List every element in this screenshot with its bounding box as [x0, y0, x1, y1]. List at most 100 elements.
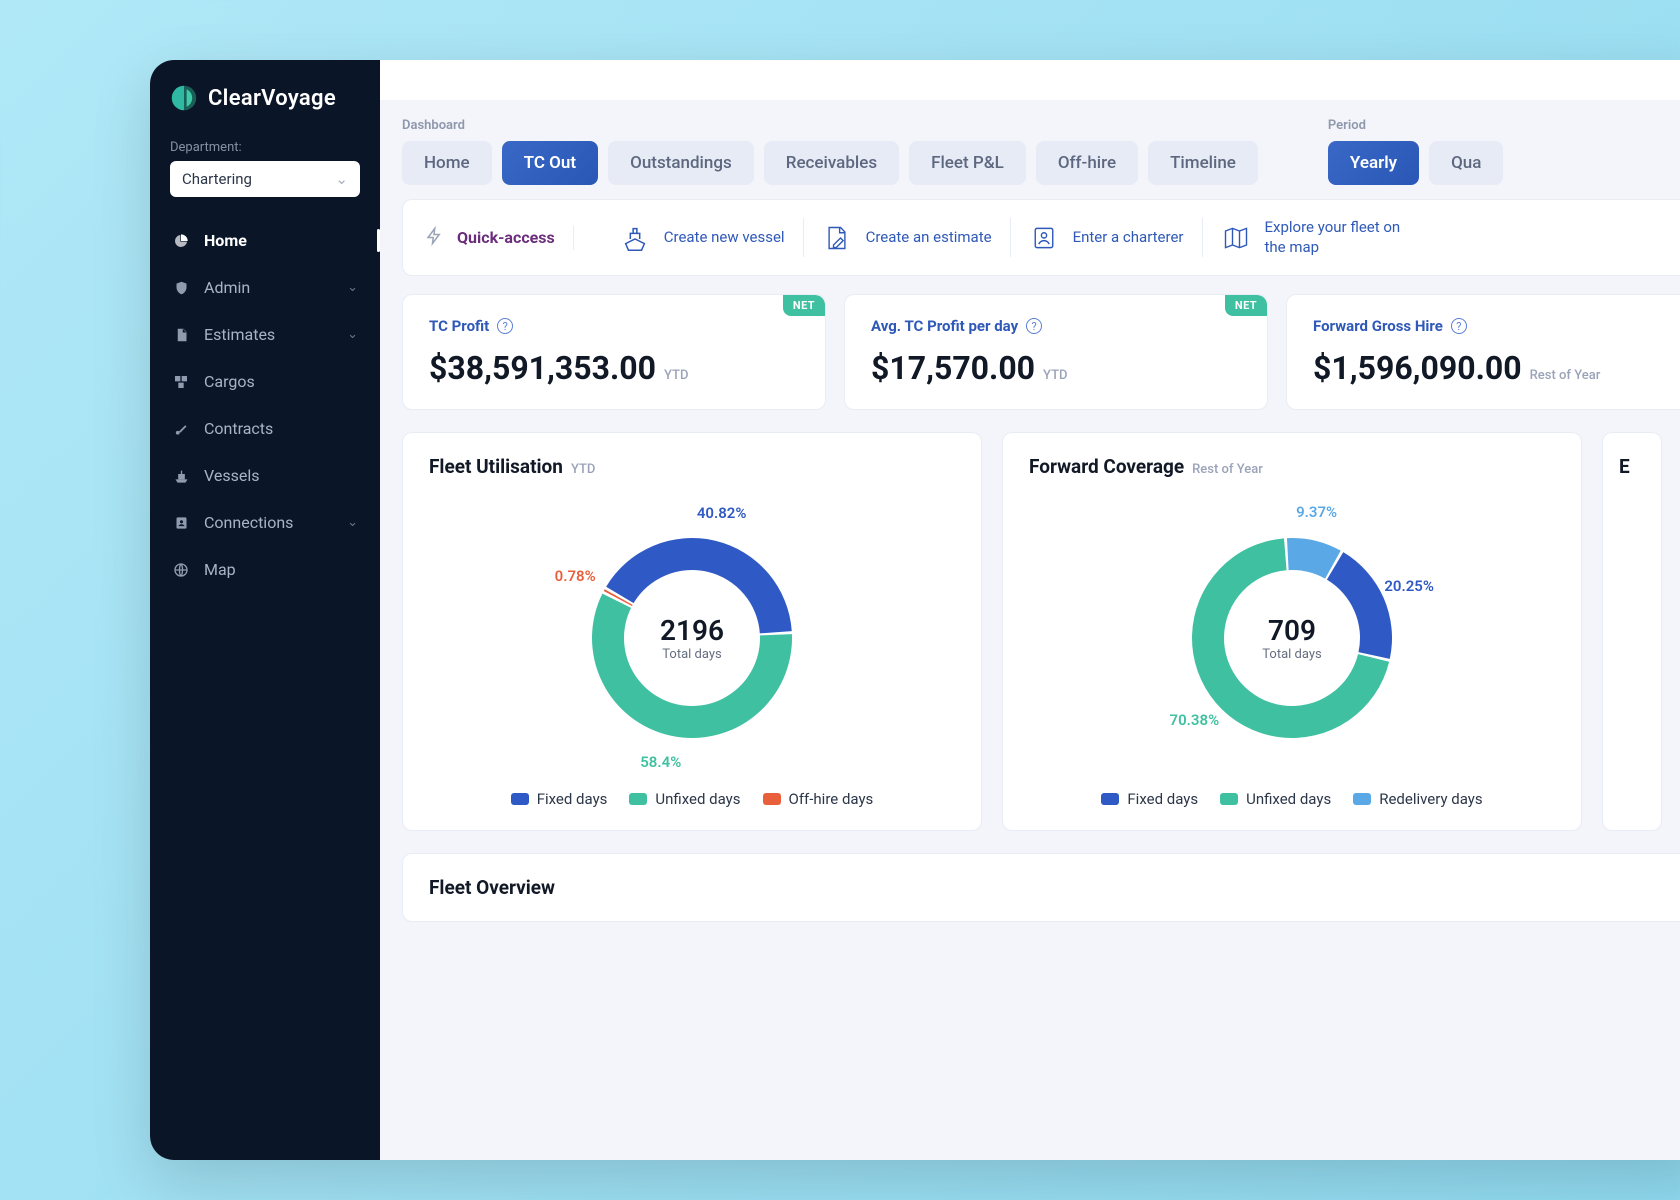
map-icon: [1221, 223, 1251, 253]
help-icon[interactable]: ?: [1451, 318, 1467, 334]
department-label: Department:: [150, 140, 380, 161]
quick-access-label: Enter a charterer: [1073, 228, 1184, 248]
sidebar-item-map[interactable]: Map: [150, 546, 380, 593]
tab-home[interactable]: Home: [402, 141, 492, 185]
legend-label: Unfixed days: [1246, 790, 1331, 808]
chart-row: Fleet Utilisation YTD 2196 Total days 40…: [402, 432, 1680, 831]
sidebar-item-vessels[interactable]: Vessels: [150, 452, 380, 499]
quick-access-title: Quick-access: [457, 228, 555, 247]
document-icon: [172, 326, 190, 344]
sidebar-item-connections[interactable]: Connections⌄: [150, 499, 380, 546]
sidebar-item-label: Connections: [204, 513, 293, 532]
dashboard-tabs: HomeTC OutOutstandingsReceivablesFleet P…: [402, 141, 1258, 185]
legend-item: Redelivery days: [1353, 790, 1482, 808]
fleet-util-center-label: Total days: [662, 647, 721, 662]
kpi-title: Avg. TC Profit per day: [871, 317, 1018, 335]
chart-card-peek: E: [1602, 432, 1662, 831]
kpi-value: $17,570.00: [871, 349, 1035, 387]
sidebar-item-label: Cargos: [204, 372, 255, 391]
sidebar-item-cargos[interactable]: Cargos: [150, 358, 380, 405]
sidebar-item-admin[interactable]: Admin⌄: [150, 264, 380, 311]
tab-fleet-p-l[interactable]: Fleet P&L: [909, 141, 1026, 185]
period-tab-yearly[interactable]: Yearly: [1328, 141, 1419, 185]
kpi-title: Forward Gross Hire: [1313, 317, 1443, 335]
fleet-overview-card: Fleet Overview: [402, 853, 1680, 922]
sidebar-item-label: Map: [204, 560, 236, 579]
help-icon[interactable]: ?: [497, 318, 513, 334]
tab-receivables[interactable]: Receivables: [764, 141, 899, 185]
legend-swatch: [1353, 793, 1371, 805]
quick-access-label: Create an estimate: [866, 228, 992, 248]
brand-name: ClearVoyage: [208, 86, 336, 111]
quick-access-enter-a-charterer[interactable]: Enter a charterer: [1011, 218, 1203, 257]
fwd-cov-title: Forward Coverage: [1029, 455, 1184, 478]
sidebar-item-home[interactable]: Home: [150, 217, 380, 264]
fleet-util-donut: 2196 Total days 40.82%58.4%0.78%: [562, 508, 822, 768]
tab-off-hire[interactable]: Off-hire: [1036, 141, 1138, 185]
kpi-caption: YTD: [664, 368, 688, 383]
legend-item: Unfixed days: [1220, 790, 1331, 808]
tab-tc-out[interactable]: TC Out: [502, 141, 598, 185]
boxes-icon: [172, 373, 190, 391]
sidebar-item-label: Estimates: [204, 325, 275, 344]
sidebar-item-label: Contracts: [204, 419, 273, 438]
quick-access-label: Explore your fleet on the map: [1265, 218, 1415, 257]
fleet-overview-title: Fleet Overview: [429, 876, 555, 899]
dashboard-label: Dashboard: [402, 118, 1258, 133]
quick-access-label: Create new vessel: [664, 228, 785, 248]
tab-timeline[interactable]: Timeline: [1148, 141, 1258, 185]
kpi-caption: Rest of Year: [1530, 368, 1601, 383]
pct-label: 58.4%: [640, 753, 681, 771]
quick-access-items: Create new vessel Create an estimate Enter…: [602, 218, 1433, 257]
help-icon[interactable]: ?: [1026, 318, 1042, 334]
period-label: Period: [1328, 118, 1504, 133]
fwd-cov-center-value: 709: [1268, 614, 1316, 647]
legend-swatch: [763, 793, 781, 805]
legend-swatch: [511, 793, 529, 805]
department-select[interactable]: Chartering ⌄: [170, 161, 360, 197]
sidebar-item-label: Home: [204, 231, 247, 250]
main: Dashboard HomeTC OutOutstandingsReceivab…: [380, 60, 1680, 1160]
ship-outline-icon: [620, 223, 650, 253]
legend-item: Fixed days: [1101, 790, 1198, 808]
kpi-row: NETTC Profit?$38,591,353.00YTDNETAvg. TC…: [402, 294, 1680, 410]
legend-swatch: [1220, 793, 1238, 805]
forward-coverage-card: Forward Coverage Rest of Year 709 Total …: [1002, 432, 1582, 831]
kpi-value: $1,596,090.00: [1313, 349, 1522, 387]
sidebar-item-contracts[interactable]: Contracts: [150, 405, 380, 452]
legend-label: Fixed days: [537, 790, 608, 808]
fleet-util-center: 2196 Total days: [562, 508, 822, 768]
kpi-badge: NET: [1225, 295, 1267, 316]
bolt-icon: [425, 226, 443, 250]
chevron-down-icon: ⌄: [347, 280, 358, 295]
chevron-down-icon: ⌄: [347, 327, 358, 342]
pct-label: 70.38%: [1170, 711, 1220, 729]
kpi-card-2: Forward Gross Hire? $1,596,090.00 Rest of …: [1286, 294, 1680, 410]
topbar-spacer: [380, 60, 1680, 100]
legend-item: Unfixed days: [629, 790, 740, 808]
period-tab-group: Period YearlyQua: [1328, 118, 1504, 185]
fwd-cov-donut: 709 Total days 20.25%70.38%9.37%: [1162, 508, 1422, 768]
logo-mark-icon: [170, 84, 198, 112]
quick-access-create-new-vessel[interactable]: Create new vessel: [602, 218, 804, 257]
quick-access-explore-your-fleet-on-the-map[interactable]: Explore your fleet on the map: [1203, 218, 1433, 257]
quick-access-header: Quick-access: [425, 226, 574, 250]
sidebar-item-estimates[interactable]: Estimates ⌄: [150, 311, 380, 358]
period-tabs: YearlyQua: [1328, 141, 1504, 185]
fwd-cov-legend: Fixed days Unfixed days Redelivery days: [1029, 790, 1555, 808]
quick-access-create-an-estimate[interactable]: Create an estimate: [804, 218, 1011, 257]
fwd-cov-caption: Rest of Year: [1192, 462, 1263, 477]
pct-label: 20.25%: [1384, 577, 1434, 595]
legend-label: Unfixed days: [655, 790, 740, 808]
fleet-utilisation-card: Fleet Utilisation YTD 2196 Total days 40…: [402, 432, 982, 831]
fleet-util-title: Fleet Utilisation: [429, 455, 563, 478]
shield-icon: [172, 279, 190, 297]
ship-icon: [172, 467, 190, 485]
app-window: ClearVoyage Department: Chartering ⌄ Hom…: [150, 60, 1680, 1160]
legend-label: Redelivery days: [1379, 790, 1482, 808]
legend-item: Fixed days: [511, 790, 608, 808]
tab-outstandings[interactable]: Outstandings: [608, 141, 754, 185]
sidebar: ClearVoyage Department: Chartering ⌄ Hom…: [150, 60, 380, 1160]
fleet-util-legend: Fixed daysUnfixed daysOff-hire days: [429, 790, 955, 808]
period-tab-qua[interactable]: Qua: [1429, 141, 1503, 185]
